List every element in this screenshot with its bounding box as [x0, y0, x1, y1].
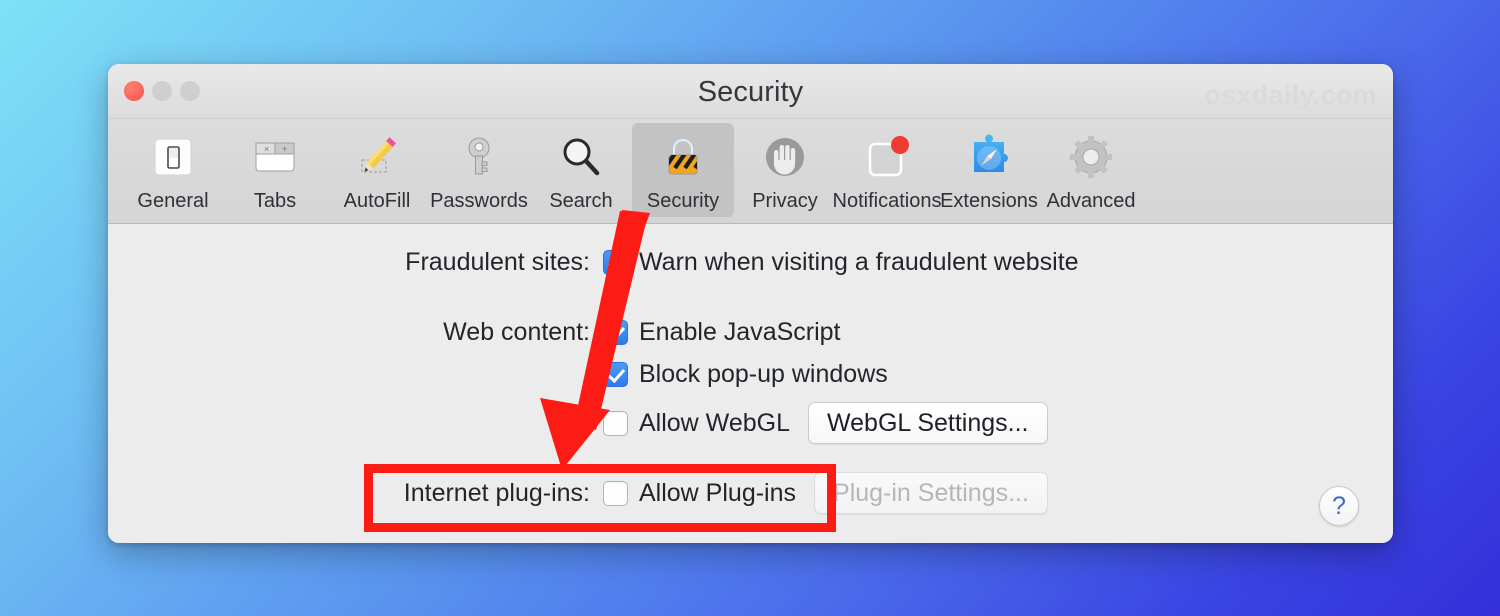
enable-javascript-label: Enable JavaScript [639, 318, 841, 346]
toolbar-item-label: General [137, 190, 209, 212]
preferences-window: Security osxdaily.com General × + Tabs A… [108, 64, 1393, 543]
toolbar-item-label: Advanced [1046, 190, 1136, 212]
window-title: Security [697, 76, 804, 108]
pencil-icon [349, 129, 405, 185]
light-switch-icon [145, 129, 201, 185]
padlock-icon [655, 129, 711, 185]
toolbar-item-label: Tabs [253, 190, 297, 212]
block-popup-windows-label: Block pop-up windows [639, 360, 888, 388]
toolbar-item-label: Passwords [430, 190, 528, 212]
enable-javascript-option[interactable]: Enable JavaScript [603, 318, 841, 347]
warn-fraudulent-website-checkbox[interactable] [603, 250, 628, 275]
toolbar-item-label: Privacy [752, 190, 818, 212]
allow-webgl-label: Allow WebGL [639, 408, 790, 437]
preferences-toolbar: General × + Tabs AutoFill Passwords Sear… [108, 119, 1393, 224]
gear-icon [1063, 129, 1119, 185]
security-preferences-pane: Fraudulent sites: Warn when visiting a f… [108, 224, 1393, 543]
notification-badge-icon [859, 129, 915, 185]
hand-stop-icon [757, 129, 813, 185]
toolbar-item-tabs[interactable]: × + Tabs [224, 123, 326, 217]
key-icon [451, 129, 507, 185]
toolbar-item-label: Security [646, 190, 720, 212]
row-fraudulent-sites: Fraudulent sites: Warn when visiting a f… [108, 248, 1393, 277]
toolbar-item-privacy[interactable]: Privacy [734, 123, 836, 217]
toolbar-item-label: Notifications [832, 190, 942, 212]
svg-text:×: × [264, 144, 269, 154]
block-popup-windows-checkbox[interactable] [603, 362, 628, 387]
plugin-settings-button: Plug-in Settings... [814, 472, 1048, 514]
browser-tabs-icon: × + [247, 129, 303, 185]
toolbar-item-autofill[interactable]: AutoFill [326, 123, 428, 217]
row-block-popups: Block pop-up windows [108, 360, 1393, 389]
webgl-settings-button[interactable]: WebGL Settings... [808, 402, 1048, 444]
toolbar-item-label: AutoFill [343, 190, 411, 212]
svg-text:+: + [282, 144, 287, 154]
fraudulent-sites-option[interactable]: Warn when visiting a fraudulent website [603, 248, 1079, 277]
toolbar-item-extensions[interactable]: Extensions [938, 123, 1040, 217]
toolbar-item-passwords[interactable]: Passwords [428, 123, 530, 217]
internet-plugins-label: Internet plug-ins: [403, 478, 590, 507]
allow-plugins-checkbox[interactable] [603, 480, 628, 506]
allow-plugins-option[interactable]: Allow Plug-ins [603, 479, 796, 508]
toolbar-item-label: Search [549, 190, 613, 212]
toolbar-item-security[interactable]: Security [632, 123, 734, 217]
block-popups-option[interactable]: Block pop-up windows [603, 360, 888, 389]
allow-plugins-label: Allow Plug-ins [639, 478, 797, 507]
toolbar-item-label: Extensions [940, 190, 1038, 212]
site-watermark: osxdaily.com [1204, 80, 1377, 110]
allow-webgl-option[interactable]: Allow WebGL [603, 409, 790, 438]
magnifier-icon [553, 129, 609, 185]
fraudulent-sites-label: Fraudulent sites: [405, 248, 590, 276]
toolbar-item-general[interactable]: General [122, 123, 224, 217]
toolbar-item-notifications[interactable]: Notifications [833, 123, 941, 217]
web-content-label: Web content: [443, 318, 590, 346]
help-button[interactable]: ? [1319, 486, 1359, 526]
toolbar-item-advanced[interactable]: Advanced [1040, 123, 1142, 217]
warn-fraudulent-website-label: Warn when visiting a fraudulent website [639, 248, 1079, 276]
enable-javascript-checkbox[interactable] [603, 320, 628, 345]
row-internet-plugins: Internet plug-ins: Allow Plug-ins Plug-i… [108, 472, 1393, 514]
toolbar-item-search[interactable]: Search [530, 123, 632, 217]
row-allow-webgl: Allow WebGL WebGL Settings... [108, 402, 1393, 444]
window-titlebar: Security osxdaily.com [108, 64, 1393, 119]
puzzle-compass-icon [961, 129, 1017, 185]
row-web-content: Web content: Enable JavaScript [108, 318, 1393, 347]
allow-webgl-checkbox[interactable] [603, 410, 628, 436]
